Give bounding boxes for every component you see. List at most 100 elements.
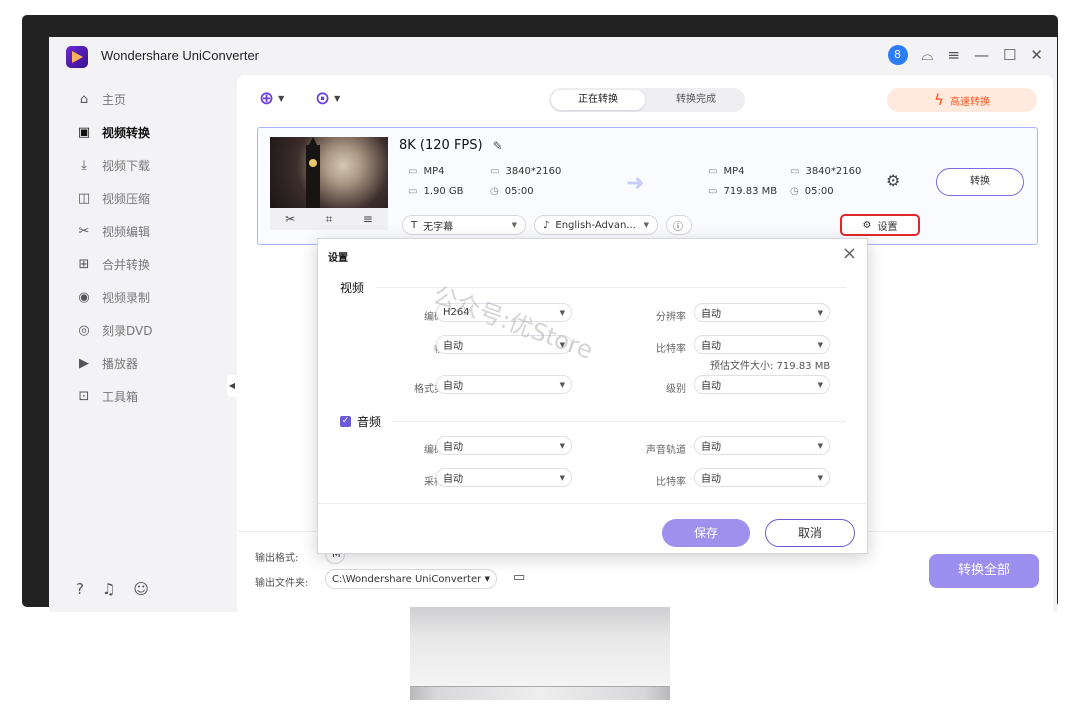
- help-icon[interactable]: ?: [76, 580, 84, 598]
- video-thumbnail[interactable]: [270, 137, 388, 208]
- info-button[interactable]: ⓘ: [666, 215, 692, 235]
- app-title: Wondershare UniConverter: [101, 48, 259, 63]
- framerate-value: 自动: [443, 341, 463, 352]
- chevron-down-icon: ▼: [484, 575, 490, 583]
- source-duration: ◷ 05:00: [490, 186, 534, 197]
- sidebar-item-compress[interactable]: ◫ 视频压缩: [76, 186, 150, 210]
- folder-icon: ▭: [408, 186, 418, 197]
- support-icon[interactable]: ⌓: [922, 46, 934, 64]
- app-window: Wondershare UniConverter 8 ⌓ ≡ — ☐ ✕ ⌂ 主页…: [49, 37, 1057, 612]
- sidebar-item-player[interactable]: ▶ 播放器: [76, 351, 138, 375]
- dialog-title: 设置: [328, 253, 348, 264]
- download-icon: ⤓: [81, 157, 87, 173]
- tab-finished[interactable]: 转换完成: [649, 90, 743, 110]
- audio-section-title: ✓ 音频: [340, 413, 381, 430]
- thumbnail-tower: [306, 137, 320, 208]
- video-bitrate-select[interactable]: 自动 ▼: [694, 335, 830, 354]
- divider: [318, 503, 867, 504]
- chevron-down-icon: ▼: [334, 94, 341, 103]
- target-size-value: 719.83 MB: [723, 186, 778, 197]
- chevron-down-icon: ▼: [817, 441, 823, 450]
- resolution-select[interactable]: 自动 ▼: [694, 303, 830, 322]
- trim-icon[interactable]: ✂: [285, 212, 295, 226]
- subtitle-value: 无字幕: [423, 221, 454, 233]
- video-section-title: 视频: [340, 279, 364, 296]
- save-button[interactable]: 保存: [662, 519, 750, 547]
- settings-button[interactable]: ⚙ 设置: [840, 214, 920, 236]
- audio-track-value: English-Advan...: [555, 219, 636, 231]
- file-card: ✂ ⌗ ≡ 8K (120 FPS) ✎ ▭ MP4 ▭ 3840*2160 ▭ 1.…: [257, 127, 1038, 245]
- sidebar-item-label: 播放器: [102, 356, 139, 371]
- cancel-button[interactable]: 取消: [765, 519, 855, 547]
- audio-encoder-select[interactable]: 自动 ▼: [436, 436, 572, 455]
- feedback-icon[interactable]: ☺: [133, 580, 149, 598]
- rename-icon[interactable]: ✎: [493, 139, 503, 153]
- high-speed-button[interactable]: ϟ 高速转换: [887, 88, 1037, 112]
- resolution-icon: ▭: [490, 166, 500, 177]
- sidebar-item-dvd[interactable]: ◎ 刻录DVD: [76, 318, 152, 342]
- bell-icon[interactable]: ♫: [102, 580, 115, 598]
- sidebar-item-record[interactable]: ◉ 视频录制: [76, 285, 150, 309]
- audio-checkbox[interactable]: ✓: [340, 416, 351, 427]
- chevron-down-icon: ▼: [559, 308, 565, 317]
- user-account-icon[interactable]: 8: [887, 45, 908, 65]
- sidebar-item-toolbox[interactable]: ⊡ 工具箱: [76, 384, 138, 408]
- channel-select[interactable]: 自动 ▼: [694, 436, 830, 455]
- add-file-button[interactable]: ⊕ ▼: [259, 88, 284, 109]
- clock-icon: ◷: [490, 186, 499, 197]
- audio-track-select[interactable]: ♪ English-Advan... ▼: [534, 215, 658, 235]
- output-folder-label: 输出文件夹:: [255, 578, 309, 589]
- output-settings-icon[interactable]: ⚙: [886, 171, 900, 190]
- format-type-value: 自动: [443, 381, 463, 392]
- target-format-value: MP4: [723, 166, 745, 177]
- framerate-select[interactable]: 自动 ▼: [436, 335, 572, 354]
- high-speed-label: 高速转换: [949, 96, 990, 108]
- samplerate-select[interactable]: 自动 ▼: [436, 468, 572, 487]
- sidebar-item-edit[interactable]: ✂ 视频编辑: [76, 219, 150, 243]
- sidebar-item-home[interactable]: ⌂ 主页: [76, 87, 126, 111]
- chevron-down-icon: ▼: [817, 340, 823, 349]
- sidebar-item-label: 视频转换: [102, 125, 151, 140]
- chevron-down-icon: ▼: [559, 340, 565, 349]
- level-select[interactable]: 自动 ▼: [694, 375, 830, 394]
- output-folder-select[interactable]: C:\Wondershare UniConverter : ▼: [325, 569, 497, 589]
- audio-section-label: 音频: [357, 415, 382, 429]
- tab-converting[interactable]: 正在转换: [551, 90, 645, 110]
- effects-icon[interactable]: ≡: [363, 212, 373, 226]
- sidebar-item-label: 视频录制: [102, 290, 151, 305]
- sidebar-item-merge[interactable]: ⊞ 合并转换: [76, 252, 150, 276]
- level-value: 自动: [701, 381, 721, 392]
- audio-bitrate-label: 比特率: [656, 477, 686, 488]
- video-encoder-select[interactable]: H264 ▼: [436, 303, 572, 322]
- close-icon[interactable]: ✕: [1030, 46, 1043, 64]
- chevron-down-icon: ▼: [559, 441, 565, 450]
- sidebar-item-label: 视频压缩: [102, 191, 151, 206]
- video-encoder-value: H264: [443, 307, 470, 318]
- minimize-icon[interactable]: —: [974, 46, 989, 64]
- format-type-select[interactable]: 自动 ▼: [436, 375, 572, 394]
- menu-icon[interactable]: ≡: [947, 46, 960, 64]
- crop-icon[interactable]: ⌗: [326, 212, 333, 227]
- level-label: 级别: [666, 384, 686, 395]
- divider: [376, 287, 846, 288]
- folder-icon[interactable]: ▭: [513, 570, 525, 585]
- sidebar-item-download[interactable]: ⤓ 视频下载: [76, 153, 150, 177]
- merge-icon: ⊞: [78, 256, 90, 272]
- audio-bitrate-select[interactable]: 自动 ▼: [694, 468, 830, 487]
- subtitle-select[interactable]: T 无字幕 ▼: [402, 215, 526, 235]
- convert-all-button[interactable]: 转换全部: [929, 554, 1039, 588]
- sidebar-item-label: 视频下载: [102, 158, 151, 173]
- collapse-sidebar-icon[interactable]: ◀: [227, 375, 237, 397]
- monitor-stand: [410, 607, 670, 687]
- samplerate-value: 自动: [443, 474, 463, 485]
- maximize-icon[interactable]: ☐: [1003, 46, 1016, 64]
- close-icon[interactable]: ×: [842, 243, 857, 264]
- channel-value: 自动: [701, 442, 721, 453]
- compress-icon: ◫: [77, 190, 91, 206]
- convert-button[interactable]: 转换: [936, 168, 1024, 196]
- resolution-label: 分辨率: [656, 312, 686, 323]
- add-file-icon: ⊕: [259, 88, 275, 109]
- resolution-icon: ▭: [790, 166, 800, 177]
- add-dvd-button[interactable]: ⊙ ▼: [315, 88, 340, 109]
- sidebar-item-video-convert[interactable]: ▣ 视频转换: [76, 120, 150, 144]
